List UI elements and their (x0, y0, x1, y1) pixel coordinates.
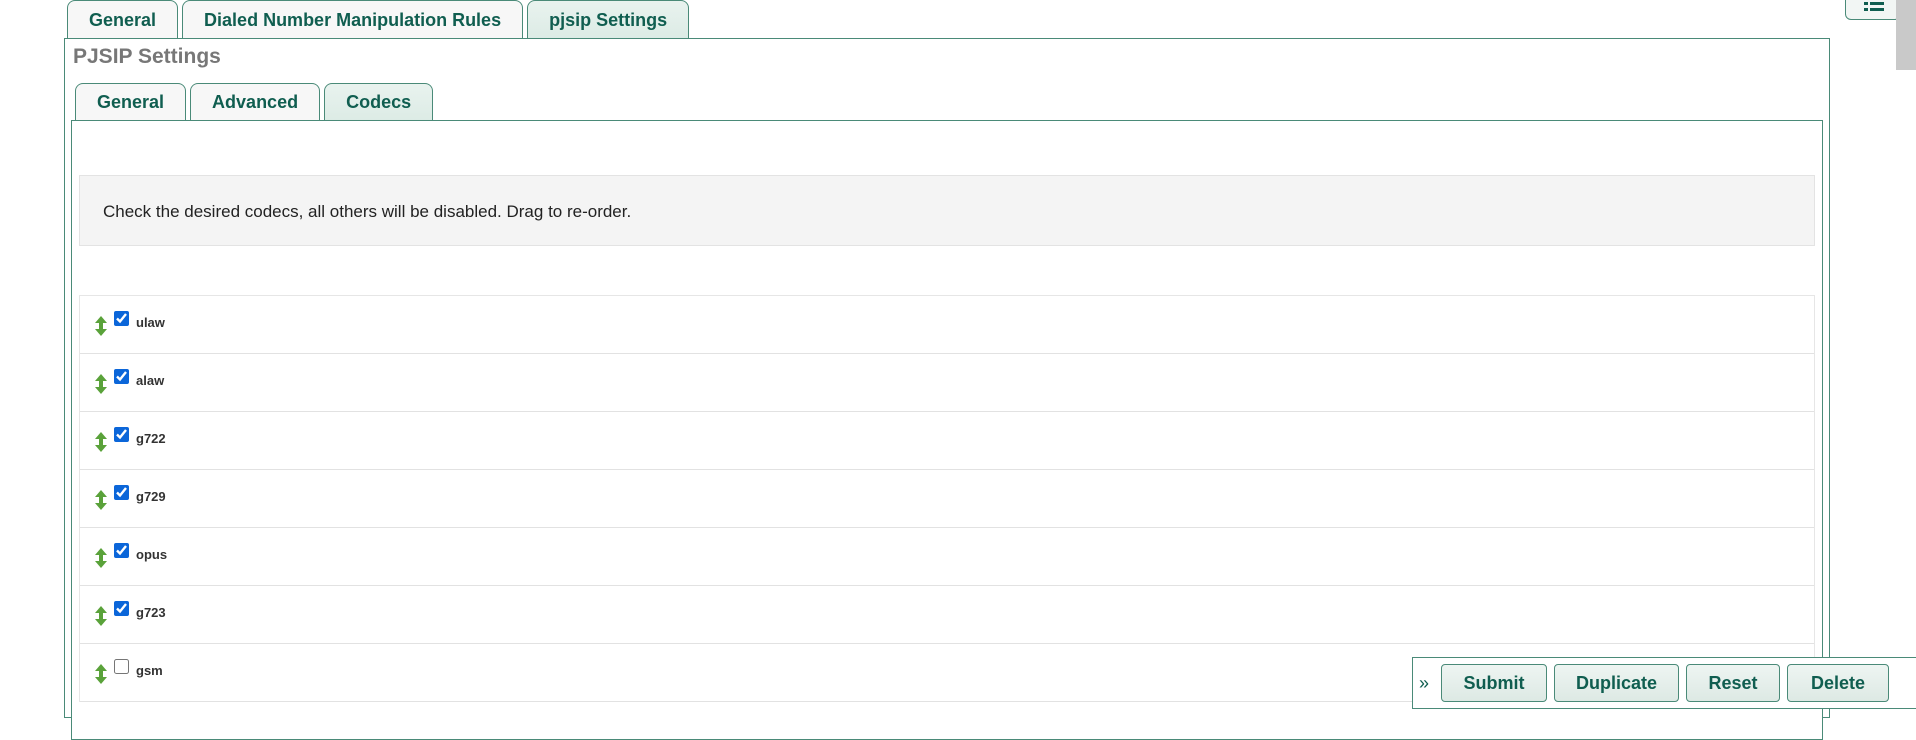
submit-button[interactable]: Submit (1441, 664, 1547, 702)
drag-reorder-icon[interactable] (94, 374, 108, 394)
codec-row[interactable]: g722 (80, 412, 1814, 470)
reset-button[interactable]: Reset (1686, 664, 1780, 702)
drag-reorder-icon[interactable] (94, 548, 108, 568)
codec-name: g729 (136, 489, 166, 504)
codec-checkbox[interactable] (114, 311, 129, 326)
codec-checkbox[interactable] (114, 543, 129, 558)
collapse-icon[interactable]: » (1419, 673, 1429, 694)
codecs-panel: Check the desired codecs, all others wil… (71, 120, 1823, 740)
codec-checkbox[interactable] (114, 659, 129, 674)
codec-name: ulaw (136, 315, 165, 330)
codec-row[interactable]: g723 (80, 586, 1814, 644)
list-icon (1864, 2, 1884, 11)
duplicate-button[interactable]: Duplicate (1554, 664, 1679, 702)
codecs-help-note: Check the desired codecs, all others wil… (79, 175, 1815, 246)
codec-checkbox[interactable] (114, 601, 129, 616)
codec-row[interactable]: alaw (80, 354, 1814, 412)
drag-reorder-icon[interactable] (94, 490, 108, 510)
drag-reorder-icon[interactable] (94, 432, 108, 452)
tab-inner-general[interactable]: General (75, 83, 187, 120)
codec-checkbox[interactable] (114, 485, 129, 500)
codec-name: opus (136, 547, 168, 562)
tab-general[interactable]: General (67, 0, 179, 38)
codec-checkbox[interactable] (114, 427, 129, 442)
codec-name: g722 (136, 431, 166, 446)
inner-tab-bar: General Advanced Codecs (75, 83, 434, 121)
pjsip-settings-panel: PJSIP Settings General Advanced Codecs C… (64, 38, 1830, 740)
codec-name: g723 (136, 605, 166, 620)
tab-dialed-number-manipulation-rules[interactable]: Dialed Number Manipulation Rules (182, 0, 524, 38)
panel-title: PJSIP Settings (73, 45, 221, 68)
drag-reorder-icon[interactable] (94, 606, 108, 626)
menu-toggle-button[interactable] (1845, 0, 1901, 20)
codec-name: alaw (136, 373, 165, 388)
action-bar: » Submit Duplicate Reset Delete (1412, 657, 1916, 709)
tab-inner-advanced[interactable]: Advanced (190, 83, 321, 120)
scrollbar-thumb[interactable] (1896, 0, 1916, 70)
tab-pjsip-settings[interactable]: pjsip Settings (527, 0, 690, 39)
codec-list: ulaw alaw g722 g729 opus g723 gsm (79, 295, 1815, 702)
tab-inner-codecs[interactable]: Codecs (324, 83, 434, 121)
delete-button[interactable]: Delete (1787, 664, 1889, 702)
codec-name: gsm (136, 663, 163, 678)
codec-row[interactable]: g729 (80, 470, 1814, 528)
drag-reorder-icon[interactable] (94, 664, 108, 684)
codec-row[interactable]: opus (80, 528, 1814, 586)
outer-tab-bar: General Dialed Number Manipulation Rules… (67, 0, 690, 39)
codec-checkbox[interactable] (114, 369, 129, 384)
codec-row[interactable]: ulaw (80, 296, 1814, 354)
drag-reorder-icon[interactable] (94, 316, 108, 336)
